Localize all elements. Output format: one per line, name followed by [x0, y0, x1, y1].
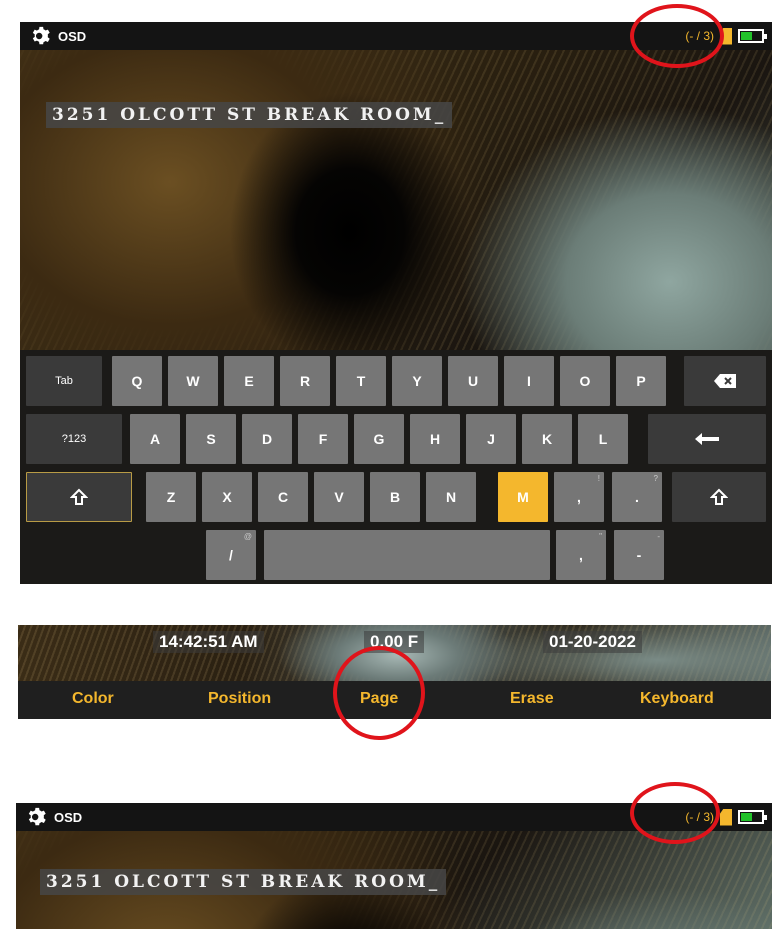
overlay-text-value: 3251 OLCOTT ST BREAK ROOM	[52, 105, 435, 125]
key-b[interactable]: B	[370, 472, 420, 522]
key-dash-label: -	[636, 547, 642, 563]
date-display: 01-20-2022	[543, 631, 642, 653]
key-comma-2-label: ,	[579, 547, 583, 563]
backspace-icon	[714, 374, 736, 388]
key-o[interactable]: O	[560, 356, 610, 406]
key-z[interactable]: Z	[146, 472, 196, 522]
osd-title: OSD	[58, 28, 87, 44]
key-slash-label: /	[229, 547, 233, 563]
key-comma[interactable]: ! ,	[554, 472, 604, 522]
gear-icon[interactable]	[30, 25, 52, 47]
enter-icon	[695, 433, 719, 445]
osd-overlay-text-2: 3251 OLCOTT ST BREAK ROOM_	[40, 869, 447, 895]
menu-color[interactable]: Color	[72, 690, 114, 708]
key-backspace[interactable]	[684, 356, 766, 406]
key-p[interactable]: P	[616, 356, 666, 406]
key-m[interactable]: M	[498, 472, 548, 522]
key-s[interactable]: S	[186, 414, 236, 464]
key-symbols[interactable]: ?123	[26, 414, 122, 464]
highlight-ring-page-menu	[333, 646, 425, 740]
key-v[interactable]: V	[314, 472, 364, 522]
text-cursor-2: _	[428, 872, 441, 892]
osd-screen-keyboard: OSD (- / 3) 3251 OLCOTT ST BREAK ROOM_ T…	[20, 22, 772, 584]
key-q[interactable]: Q	[112, 356, 162, 406]
key-period[interactable]: ? .	[612, 472, 662, 522]
overlay-text-value-2: 3251 OLCOTT ST BREAK ROOM	[46, 872, 429, 892]
key-space[interactable]	[264, 530, 550, 580]
key-g[interactable]: G	[354, 414, 404, 464]
menu-erase[interactable]: Erase	[510, 690, 554, 708]
key-u[interactable]: U	[448, 356, 498, 406]
text-cursor: _	[434, 105, 447, 125]
key-period-label: .	[635, 489, 639, 505]
time-display: 14:42:51 AM	[153, 631, 264, 653]
gear-icon[interactable]	[26, 806, 48, 828]
key-comma-alt: !	[597, 474, 600, 483]
key-t[interactable]: T	[336, 356, 386, 406]
key-comma-label: ,	[577, 489, 581, 505]
key-r[interactable]: R	[280, 356, 330, 406]
key-j[interactable]: J	[466, 414, 516, 464]
key-i[interactable]: I	[504, 356, 554, 406]
key-period-alt: ?	[653, 474, 658, 483]
sd-card-icon	[720, 808, 732, 826]
key-dash[interactable]: - -	[614, 530, 664, 580]
battery-icon	[738, 29, 767, 43]
menu-keyboard[interactable]: Keyboard	[640, 690, 714, 708]
key-k[interactable]: K	[522, 414, 572, 464]
key-dash-alt: -	[657, 532, 660, 541]
key-f[interactable]: F	[298, 414, 348, 464]
highlight-ring-page-count-1	[630, 4, 724, 68]
highlight-ring-page-count-2	[630, 782, 720, 844]
key-y[interactable]: Y	[392, 356, 442, 406]
key-a[interactable]: A	[130, 414, 180, 464]
key-w[interactable]: W	[168, 356, 218, 406]
menu-position[interactable]: Position	[208, 690, 271, 708]
key-x[interactable]: X	[202, 472, 252, 522]
key-l[interactable]: L	[578, 414, 628, 464]
shift-icon	[710, 488, 728, 505]
key-enter[interactable]	[648, 414, 766, 464]
key-comma-2-alt: "	[599, 532, 602, 541]
key-n[interactable]: N	[426, 472, 476, 522]
key-tab[interactable]: Tab	[26, 356, 102, 406]
key-shift-right[interactable]	[672, 472, 766, 522]
key-h[interactable]: H	[410, 414, 460, 464]
key-comma-2[interactable]: " ,	[556, 530, 606, 580]
osd-title-2: OSD	[54, 809, 83, 825]
key-c[interactable]: C	[258, 472, 308, 522]
shift-icon	[70, 488, 88, 505]
osd-overlay-text: 3251 OLCOTT ST BREAK ROOM_	[46, 102, 453, 128]
battery-icon	[738, 810, 767, 824]
key-slash-alt: @	[243, 532, 252, 541]
on-screen-keyboard: Tab Q W E R T Y U I O P ?123 A S D F G H…	[20, 350, 772, 584]
key-d[interactable]: D	[242, 414, 292, 464]
key-slash[interactable]: @ /	[206, 530, 256, 580]
key-shift-left[interactable]	[26, 472, 132, 522]
key-e[interactable]: E	[224, 356, 274, 406]
